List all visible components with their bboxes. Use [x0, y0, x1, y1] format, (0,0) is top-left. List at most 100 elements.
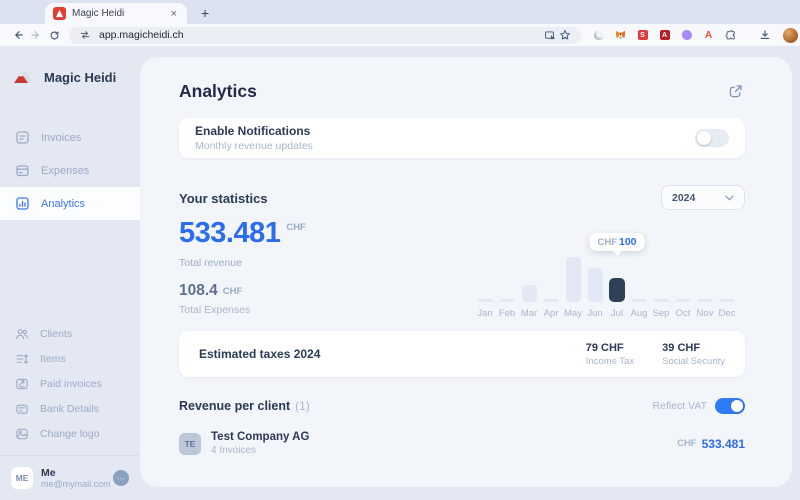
- client-amount: CHF 533.481: [677, 437, 745, 451]
- tab-title: Magic Heidi: [72, 8, 169, 19]
- url-text[interactable]: app.magicheidi.ch: [99, 29, 541, 41]
- back-icon[interactable]: [9, 26, 27, 44]
- bar-slot-dec[interactable]: Dec: [716, 225, 738, 318]
- taxes-card: Estimated taxes 2024 79 CHF Income Tax 3…: [179, 331, 745, 377]
- bar-slot-feb[interactable]: Feb: [496, 225, 518, 318]
- bar-label-mar: Mar: [518, 302, 540, 318]
- export-share-icon[interactable]: [727, 83, 745, 101]
- revenue-bar-chart: JanFebMarAprMayJunJulAugSepOctNovDecCHF1…: [474, 225, 738, 318]
- site-settings-icon[interactable]: [77, 26, 93, 44]
- sidebar-item-label: Paid invoices: [40, 378, 102, 390]
- browser-tab-strip: Magic Heidi × +: [0, 0, 800, 24]
- sidebar-item-label: Analytics: [41, 198, 85, 210]
- bar-may[interactable]: [566, 257, 581, 302]
- new-tab-button[interactable]: +: [201, 6, 209, 20]
- brand: Magic Heidi: [13, 68, 116, 86]
- sidebar-item-change-logo[interactable]: Change logo: [0, 421, 140, 446]
- brand-name: Magic Heidi: [44, 70, 116, 85]
- reflect-vat-toggle[interactable]: [715, 398, 745, 414]
- sidebar-item-label: Bank Details: [40, 403, 99, 415]
- sidebar-item-clients[interactable]: Clients: [0, 321, 140, 346]
- bar-mar[interactable]: [522, 285, 537, 302]
- s-extension-icon[interactable]: S: [637, 30, 648, 41]
- reflect-vat-label: Reflect VAT: [653, 400, 707, 412]
- sidebar-item-expenses[interactable]: Expenses: [0, 154, 140, 187]
- browser-profile-avatar[interactable]: [783, 28, 798, 43]
- app-shell: Magic Heidi Invoices Expenses Analytics …: [0, 46, 800, 500]
- magic-heidi-favicon: [53, 7, 66, 20]
- puzzle-extensions-icon[interactable]: [725, 30, 736, 41]
- bar-label-sep: Sep: [650, 302, 672, 318]
- forward-icon[interactable]: [27, 26, 45, 44]
- sidebar-item-paid-invoices[interactable]: Paid invoices: [0, 371, 140, 396]
- bar-slot-may[interactable]: May: [562, 225, 584, 318]
- url-bar[interactable]: app.magicheidi.ch: [69, 27, 581, 44]
- page-title: Analytics: [179, 81, 257, 102]
- bar-jul[interactable]: [609, 278, 625, 302]
- notifications-title: Enable Notifications: [195, 124, 695, 138]
- bar-slot-sep[interactable]: Sep: [650, 225, 672, 318]
- items-icon: [15, 352, 29, 366]
- client-avatar: TE: [179, 433, 201, 455]
- bar-label-nov: Nov: [694, 302, 716, 318]
- globe-extension-icon[interactable]: [593, 30, 604, 41]
- bar-slot-nov[interactable]: Nov: [694, 225, 716, 318]
- magic-heidi-logo-icon: [13, 68, 35, 86]
- metamask-extension-icon[interactable]: [615, 30, 626, 41]
- sidebar-item-label: Expenses: [41, 165, 89, 177]
- sidebar-item-analytics[interactable]: Analytics: [0, 187, 140, 220]
- bar-label-oct: Oct: [672, 302, 694, 318]
- tab-close-icon[interactable]: ×: [169, 8, 179, 20]
- year-value: 2024: [672, 192, 725, 204]
- bar-jun[interactable]: [588, 268, 603, 302]
- bar-slot-oct[interactable]: Oct: [672, 225, 694, 318]
- sidebar-item-bank-details[interactable]: Bank Details: [0, 396, 140, 421]
- taxes-title: Estimated taxes 2024: [199, 347, 586, 361]
- user-row[interactable]: ME Me me@mymail.com ...: [0, 455, 140, 500]
- client-invoice-count: 4 Invoices: [211, 445, 309, 456]
- bookmark-star-icon[interactable]: [557, 26, 573, 44]
- total-revenue-value: 533.481 CHF: [179, 219, 306, 248]
- main-panel: Analytics Enable Notifications Monthly r…: [140, 57, 792, 487]
- adobe-extension-icon[interactable]: A: [659, 30, 670, 41]
- bar-slot-jan[interactable]: Jan: [474, 225, 496, 318]
- sidebar-item-invoices[interactable]: Invoices: [0, 121, 140, 154]
- bar-slot-mar[interactable]: Mar: [518, 225, 540, 318]
- notifications-toggle[interactable]: [695, 129, 729, 147]
- purple-extension-icon[interactable]: [681, 30, 692, 41]
- year-select[interactable]: 2024: [661, 185, 745, 210]
- sidebar: Magic Heidi Invoices Expenses Analytics …: [0, 46, 140, 500]
- user-more-icon[interactable]: ...: [113, 470, 129, 486]
- sidebar-item-label: Clients: [40, 328, 72, 340]
- total-expenses-label: Total Expenses: [179, 304, 250, 316]
- bar-slot-apr[interactable]: Apr: [540, 225, 562, 318]
- income-tax-stat: 79 CHF Income Tax: [586, 342, 634, 367]
- chart-tooltip: CHF100: [589, 233, 644, 251]
- client-count: (1): [295, 399, 310, 413]
- bar-label-may: May: [562, 302, 584, 318]
- total-expenses-value: 108.4 CHF: [179, 283, 242, 299]
- client-row[interactable]: TE Test Company AG 4 Invoices CHF 533.48…: [179, 431, 745, 456]
- change-logo-icon: [15, 427, 29, 441]
- chevron-down-icon: [725, 195, 734, 201]
- downloads-icon[interactable]: [756, 26, 774, 44]
- reload-icon[interactable]: [45, 26, 63, 44]
- bar-label-apr: Apr: [540, 302, 562, 318]
- sidebar-item-items[interactable]: Items: [0, 346, 140, 371]
- bank-details-icon: [15, 402, 29, 416]
- user-avatar: ME: [11, 467, 33, 489]
- social-security-stat: 39 CHF Social Security: [662, 342, 725, 367]
- sidebar-item-label: Change logo: [40, 428, 100, 440]
- browser-tab[interactable]: Magic Heidi ×: [45, 3, 187, 24]
- sidebar-item-label: Invoices: [41, 132, 81, 144]
- nav-main: Invoices Expenses Analytics: [0, 121, 140, 220]
- user-email: me@mymail.com: [41, 479, 105, 489]
- client-name: Test Company AG: [211, 431, 309, 443]
- nav-secondary: Clients Items Paid invoices Bank Details…: [0, 321, 140, 446]
- revenue-per-client-header: Revenue per client (1) Reflect VAT: [179, 398, 745, 414]
- install-app-icon[interactable]: [541, 26, 557, 44]
- extensions-area: S A A: [593, 30, 736, 41]
- notifications-subtitle: Monthly revenue updates: [195, 140, 695, 152]
- sidebar-item-label: Items: [40, 353, 66, 365]
- a-extension-icon[interactable]: A: [703, 30, 714, 41]
